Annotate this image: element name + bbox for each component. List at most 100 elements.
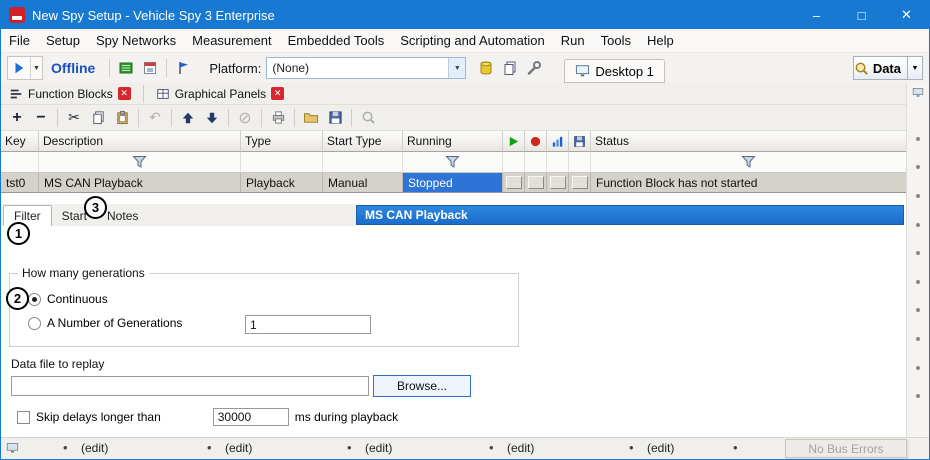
open-button[interactable]	[299, 107, 323, 129]
right-dock-strip	[906, 83, 929, 437]
data-dropdown-icon[interactable]: ▼	[907, 57, 922, 79]
cell-description[interactable]: MS CAN Playback	[39, 173, 241, 193]
close-button[interactable]: ✕	[884, 1, 929, 29]
database-button[interactable]	[474, 56, 498, 80]
status-separator-dot: •	[63, 440, 68, 455]
number-of-generations-radio[interactable]	[28, 317, 41, 330]
column-header-status[interactable]: Status	[591, 131, 906, 152]
menu-item-spy-networks[interactable]: Spy Networks	[88, 30, 184, 51]
copy-button[interactable]	[86, 107, 110, 129]
cell-type[interactable]: Playback	[241, 173, 323, 193]
number-of-generations-option[interactable]: A Number of Generations	[28, 316, 182, 330]
skip-delay-input[interactable]	[213, 408, 289, 426]
goto-platform-button[interactable]	[171, 56, 195, 80]
column-header-running[interactable]: Running	[403, 131, 503, 152]
column-header-monitor[interactable]	[547, 131, 569, 152]
run-button[interactable]: ▼	[7, 56, 43, 80]
menu-item-tools[interactable]: Tools	[593, 30, 639, 51]
data-file-input[interactable]	[11, 376, 369, 396]
skip-delays-checkbox[interactable]	[17, 411, 30, 424]
zoom-magnifier-icon	[361, 110, 376, 125]
menu-item-run[interactable]: Run	[553, 30, 593, 51]
filter-cell-key[interactable]	[1, 152, 39, 173]
status-edit-3[interactable]: (edit)	[365, 441, 392, 455]
row-save-button[interactable]	[572, 176, 588, 189]
close-function-blocks-icon[interactable]: ✕	[118, 87, 131, 100]
run-dropdown-icon[interactable]: ▼	[30, 57, 42, 79]
row-start-button[interactable]	[506, 176, 522, 189]
close-graphical-panels-icon[interactable]: ✕	[271, 87, 284, 100]
row-monitor-button[interactable]	[550, 176, 566, 189]
tab-filter[interactable]: Filter	[3, 205, 52, 226]
menu-item-file[interactable]: File	[1, 30, 38, 51]
generations-count-input[interactable]	[245, 315, 371, 334]
desktop-corner-icon[interactable]	[6, 442, 19, 454]
filter-cell-type[interactable]	[241, 152, 323, 173]
table-row[interactable]: tst0 MS CAN Playback Playback Manual Sto…	[1, 173, 906, 193]
remove-button[interactable]: −	[29, 107, 53, 129]
status-edit-2[interactable]: (edit)	[225, 441, 252, 455]
logging-setup-button[interactable]	[138, 56, 162, 80]
move-down-button[interactable]	[200, 107, 224, 129]
column-header-stop-all[interactable]	[525, 131, 547, 152]
menu-item-measurement[interactable]: Measurement	[184, 30, 279, 51]
tools-setup-button[interactable]	[522, 56, 546, 80]
copy-setup-button[interactable]	[498, 56, 522, 80]
tab-graphical-panels[interactable]: Graphical Panels ✕	[148, 83, 292, 104]
column-header-type[interactable]: Type	[241, 131, 323, 152]
cell-status[interactable]: Function Block has not started	[591, 173, 906, 193]
move-up-button[interactable]	[176, 107, 200, 129]
tab-function-blocks[interactable]: Function Blocks ✕	[1, 83, 139, 104]
continuous-radio[interactable]	[28, 293, 41, 306]
save-small-icon	[573, 135, 586, 148]
data-button[interactable]: Data ▼	[853, 56, 923, 80]
menu-item-embedded-tools[interactable]: Embedded Tools	[280, 30, 393, 51]
menu-item-scripting-and-automation[interactable]: Scripting and Automation	[392, 30, 553, 51]
minimize-button[interactable]: –	[794, 1, 839, 29]
graphical-panels-label: Graphical Panels	[175, 87, 266, 101]
strip-monitor-icon[interactable]	[912, 87, 924, 98]
menu-bar: File Setup Spy Networks Measurement Embe…	[1, 29, 929, 53]
filter-cell-description[interactable]	[39, 152, 241, 173]
column-header-start-type[interactable]: Start Type	[323, 131, 403, 152]
filter-cell-running[interactable]	[403, 152, 503, 173]
column-header-save[interactable]	[569, 131, 591, 152]
status-edit-5[interactable]: (edit)	[647, 441, 674, 455]
status-edit-1[interactable]: (edit)	[81, 441, 108, 455]
tab-desktop-1[interactable]: Desktop 1	[564, 59, 665, 83]
annotation-2: 2	[6, 287, 29, 310]
column-header-description[interactable]: Description	[39, 131, 241, 152]
menu-item-help[interactable]: Help	[639, 30, 682, 51]
cell-key[interactable]: tst0	[1, 173, 39, 193]
platform-select[interactable]: (None) ▼	[266, 57, 466, 79]
status-edit-4[interactable]: (edit)	[507, 441, 534, 455]
filter-cell-start-type[interactable]	[323, 152, 403, 173]
play-green-icon	[507, 135, 520, 148]
save-button[interactable]	[323, 107, 347, 129]
undo-button[interactable]: ↶	[143, 107, 167, 129]
chevron-down-icon[interactable]: ▼	[448, 58, 465, 78]
menu-item-setup[interactable]: Setup	[38, 30, 88, 51]
play-icon	[8, 61, 30, 75]
print-button[interactable]	[266, 107, 290, 129]
cell-start-type[interactable]: Manual	[323, 173, 403, 193]
function-blocks-label: Function Blocks	[28, 87, 113, 101]
magnifier-icon	[854, 61, 869, 76]
continuous-option[interactable]: Continuous	[28, 292, 108, 306]
row-stop-button[interactable]	[528, 176, 544, 189]
column-header-key[interactable]: Key	[1, 131, 39, 152]
add-button[interactable]: +	[5, 107, 29, 129]
zoom-button[interactable]	[356, 107, 380, 129]
filter-cell-status[interactable]	[591, 152, 906, 173]
app-icon	[9, 7, 25, 23]
hardware-setup-button[interactable]	[114, 56, 138, 80]
column-header-start-all[interactable]	[503, 131, 525, 152]
cell-running[interactable]: Stopped	[403, 173, 503, 193]
disable-block-button[interactable]: ⊘	[233, 107, 257, 129]
generations-group-label: How many generations	[18, 266, 149, 280]
cut-button[interactable]: ✂	[62, 107, 86, 129]
browse-button[interactable]: Browse...	[373, 375, 471, 397]
paste-button[interactable]	[110, 107, 134, 129]
maximize-button[interactable]: □	[839, 1, 884, 29]
graph-icon	[551, 135, 564, 148]
